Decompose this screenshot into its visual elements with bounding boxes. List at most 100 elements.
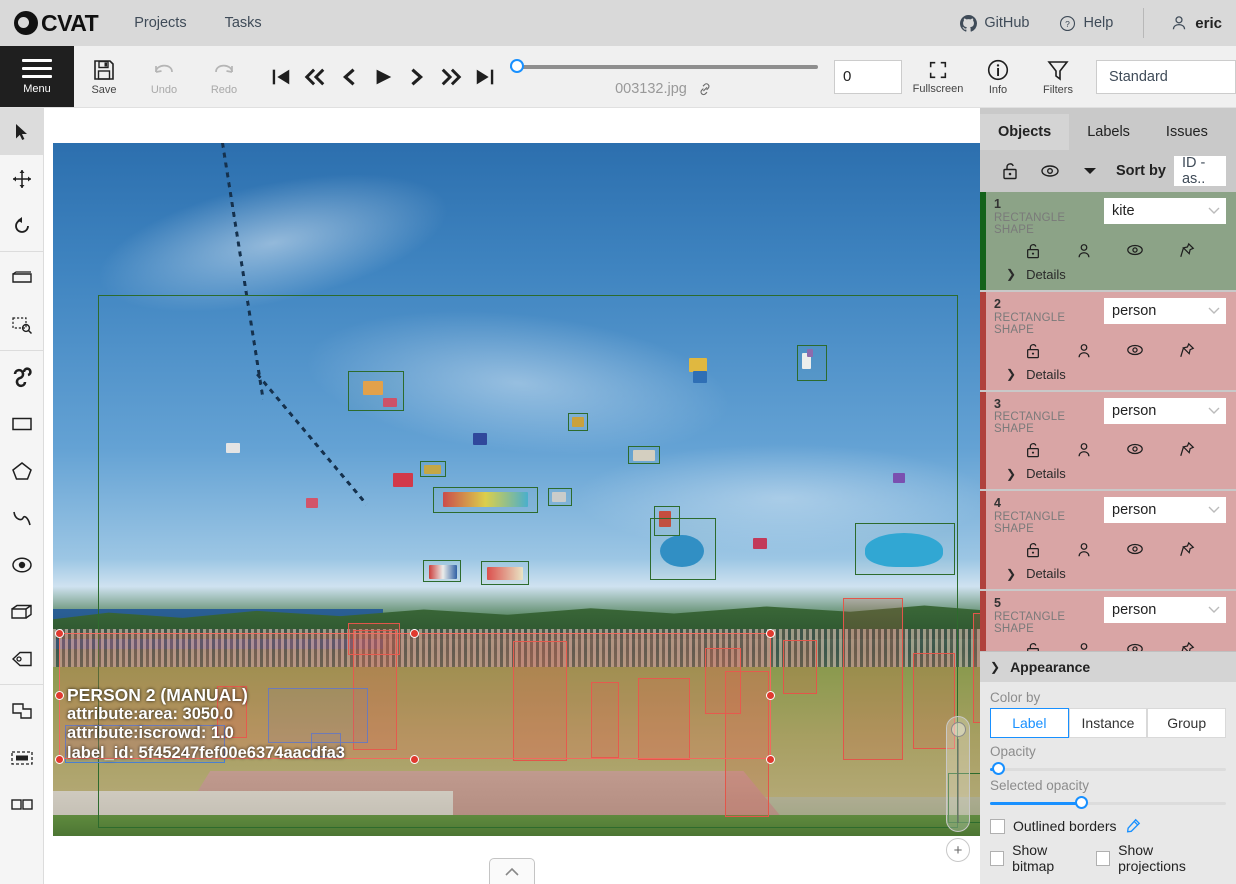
zoom-in-button[interactable]: + <box>946 838 970 862</box>
tool-select-region[interactable] <box>0 301 43 348</box>
object-label-select[interactable]: kite <box>1104 198 1226 224</box>
appearance-header[interactable]: ❯ Appearance <box>980 652 1236 682</box>
tool-rotate[interactable] <box>0 202 43 249</box>
expand-all-button[interactable] <box>1070 165 1110 177</box>
tool-split[interactable] <box>0 781 43 828</box>
selected-opacity-slider-handle[interactable] <box>1074 796 1088 809</box>
tab-labels[interactable]: Labels <box>1069 114 1148 150</box>
github-link[interactable]: GitHub <box>960 14 1029 32</box>
tool-group[interactable] <box>0 734 43 781</box>
object-item-3[interactable]: 3 RECTANGLE SHAPE person ❯ Details <box>980 391 1236 490</box>
filters-button[interactable]: Filters <box>1028 46 1088 107</box>
object-occluded-icon[interactable] <box>1076 441 1092 464</box>
object-details-toggle[interactable]: ❯ Details <box>994 566 1226 581</box>
selected-opacity-slider[interactable] <box>990 796 1226 810</box>
frame-slider[interactable] <box>510 58 818 73</box>
bounding-box-person[interactable] <box>783 640 817 694</box>
previous-frame-button[interactable] <box>332 57 366 97</box>
nav-link-tasks[interactable]: Tasks <box>225 15 262 31</box>
object-details-toggle[interactable]: ❯ Details <box>994 466 1226 481</box>
link-icon[interactable] <box>697 81 713 97</box>
object-lock-icon[interactable] <box>1025 541 1041 564</box>
object-pin-icon[interactable] <box>1179 441 1195 464</box>
color-picker-icon[interactable] <box>1125 818 1141 834</box>
resize-handle[interactable] <box>410 755 419 764</box>
opacity-slider-handle[interactable] <box>992 762 1006 775</box>
opacity-slider[interactable] <box>990 762 1226 776</box>
next-frame-button[interactable] <box>400 57 434 97</box>
color-by-label-option[interactable]: Label <box>990 708 1069 738</box>
fullscreen-button[interactable]: Fullscreen <box>908 46 968 107</box>
bounding-box-kite[interactable] <box>568 413 588 431</box>
tool-tag[interactable] <box>0 635 43 682</box>
bounding-box-kite[interactable] <box>481 561 529 585</box>
play-button[interactable] <box>366 57 400 97</box>
object-occluded-icon[interactable] <box>1076 342 1092 365</box>
object-details-toggle[interactable]: ❯ Details <box>994 267 1226 282</box>
object-lock-icon[interactable] <box>1025 441 1041 464</box>
bounding-box-kite[interactable] <box>548 488 572 506</box>
object-pin-icon[interactable] <box>1179 541 1195 564</box>
tool-ai-tools[interactable] <box>0 353 43 400</box>
object-details-toggle[interactable]: ❯ Details <box>994 367 1226 382</box>
tool-move[interactable] <box>0 155 43 202</box>
bounding-box-kite[interactable] <box>433 487 538 513</box>
resize-handle[interactable] <box>55 691 64 700</box>
resize-handle[interactable] <box>766 629 775 638</box>
object-pin-icon[interactable] <box>1179 242 1195 265</box>
object-hide-icon[interactable] <box>1126 541 1144 564</box>
forward-multiple-frames-button[interactable] <box>434 57 468 97</box>
cvat-logo[interactable]: CVAT <box>14 10 99 37</box>
object-lock-icon[interactable] <box>1025 342 1041 365</box>
nav-link-projects[interactable]: Projects <box>134 15 186 31</box>
first-frame-button[interactable] <box>264 57 298 97</box>
tab-objects[interactable]: Objects <box>980 114 1070 150</box>
redo-button[interactable]: Redo <box>194 46 254 107</box>
resize-handle[interactable] <box>766 755 775 764</box>
object-label-select[interactable]: person <box>1104 497 1226 524</box>
save-button[interactable]: Save <box>74 46 134 107</box>
last-frame-button[interactable] <box>468 57 502 97</box>
resize-handle[interactable] <box>410 629 419 638</box>
object-item-4[interactable]: 4 RECTANGLE SHAPE person ❯ Details <box>980 491 1236 589</box>
hide-all-button[interactable] <box>1030 163 1070 179</box>
frame-number-input[interactable] <box>834 59 902 94</box>
resize-handle[interactable] <box>766 691 775 700</box>
bounding-box-kite[interactable] <box>420 461 446 477</box>
object-lock-icon[interactable] <box>1025 242 1041 265</box>
color-by-instance-option[interactable]: Instance <box>1068 708 1148 738</box>
tool-rectangle[interactable] <box>0 400 43 447</box>
tab-issues[interactable]: Issues <box>1148 114 1226 150</box>
object-label-select[interactable]: person <box>1104 597 1226 623</box>
bounding-box-kite[interactable] <box>797 345 827 381</box>
tool-polyline[interactable] <box>0 494 43 541</box>
bounding-box-kite[interactable] <box>348 371 404 411</box>
bounding-box-person[interactable] <box>973 613 980 723</box>
tool-cursor[interactable] <box>0 108 43 155</box>
resize-handle[interactable] <box>55 755 64 764</box>
info-button[interactable]: Info <box>968 46 1028 107</box>
menu-button[interactable]: Menu <box>0 46 74 107</box>
undo-button[interactable]: Undo <box>134 46 194 107</box>
workspace-select[interactable]: Standard <box>1096 59 1236 94</box>
bounding-box-person[interactable] <box>843 598 903 760</box>
bounding-box-kite[interactable] <box>628 446 660 464</box>
tool-points[interactable] <box>0 541 43 588</box>
object-pin-icon[interactable] <box>1179 342 1195 365</box>
frame-slider-handle[interactable] <box>510 58 524 73</box>
lock-all-button[interactable] <box>990 161 1030 181</box>
object-occluded-icon[interactable] <box>1076 242 1092 265</box>
bounding-box-kite[interactable] <box>650 518 716 580</box>
back-multiple-frames-button[interactable] <box>298 57 332 97</box>
collapse-panel-button[interactable] <box>489 858 535 884</box>
object-label-select[interactable]: person <box>1104 397 1226 424</box>
tool-fit-image[interactable] <box>0 254 43 301</box>
tool-merge[interactable] <box>0 687 43 734</box>
tool-polygon[interactable] <box>0 447 43 494</box>
show-projections-checkbox[interactable] <box>1095 850 1111 866</box>
show-bitmap-checkbox[interactable] <box>990 850 1005 866</box>
outlined-borders-checkbox[interactable] <box>990 818 1005 834</box>
user-menu[interactable]: eric <box>1170 14 1222 32</box>
object-hide-icon[interactable] <box>1126 342 1144 365</box>
canvas-zoom-slider[interactable] <box>946 716 970 832</box>
